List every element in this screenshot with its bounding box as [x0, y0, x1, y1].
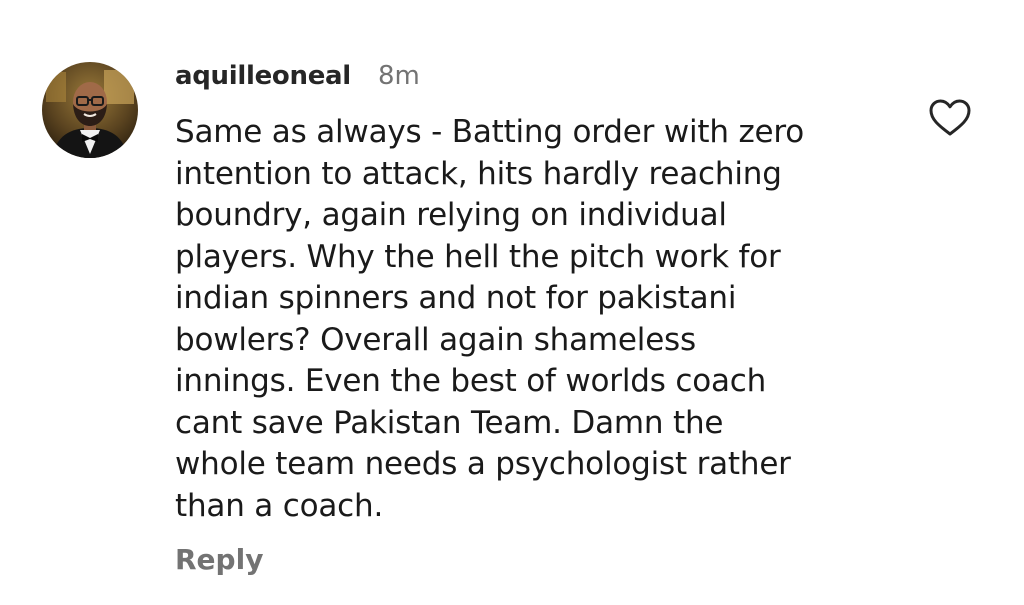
- comment-text-line: boundry, again relying on individual: [175, 197, 727, 233]
- comment-item: aquilleoneal 8m Same as always - Batting…: [0, 0, 1024, 605]
- comment-text-line: innings. Even the best of worlds coach: [175, 363, 767, 399]
- comment-text-line: cant save Pakistan Team. Damn the: [175, 404, 724, 441]
- comment-text-line: Same as always - Batting order with zero: [175, 114, 805, 150]
- username[interactable]: aquilleoneal: [175, 57, 351, 95]
- reply-button[interactable]: Reply: [175, 541, 263, 579]
- timestamp: 8m: [378, 61, 420, 91]
- heart-outline-icon: [929, 99, 971, 136]
- comment-text-line: than a coach.: [175, 487, 384, 524]
- comment-text-line: players. Why the hell the pitch work for: [175, 238, 781, 275]
- comment-text-line: whole team needs a psychologist rather: [175, 446, 791, 482]
- avatar-image: [42, 62, 138, 158]
- comment-text: Same as always - Batting order with zero…: [175, 112, 885, 527]
- comment-text-line: indian spinners and not for pakistani: [175, 280, 737, 316]
- like-button[interactable]: [928, 98, 972, 138]
- avatar[interactable]: [42, 62, 138, 158]
- comment-text-line: bowlers? Overall again shameless: [175, 321, 696, 358]
- comment-text-line: intention to attack, hits hardly reachin…: [175, 155, 782, 192]
